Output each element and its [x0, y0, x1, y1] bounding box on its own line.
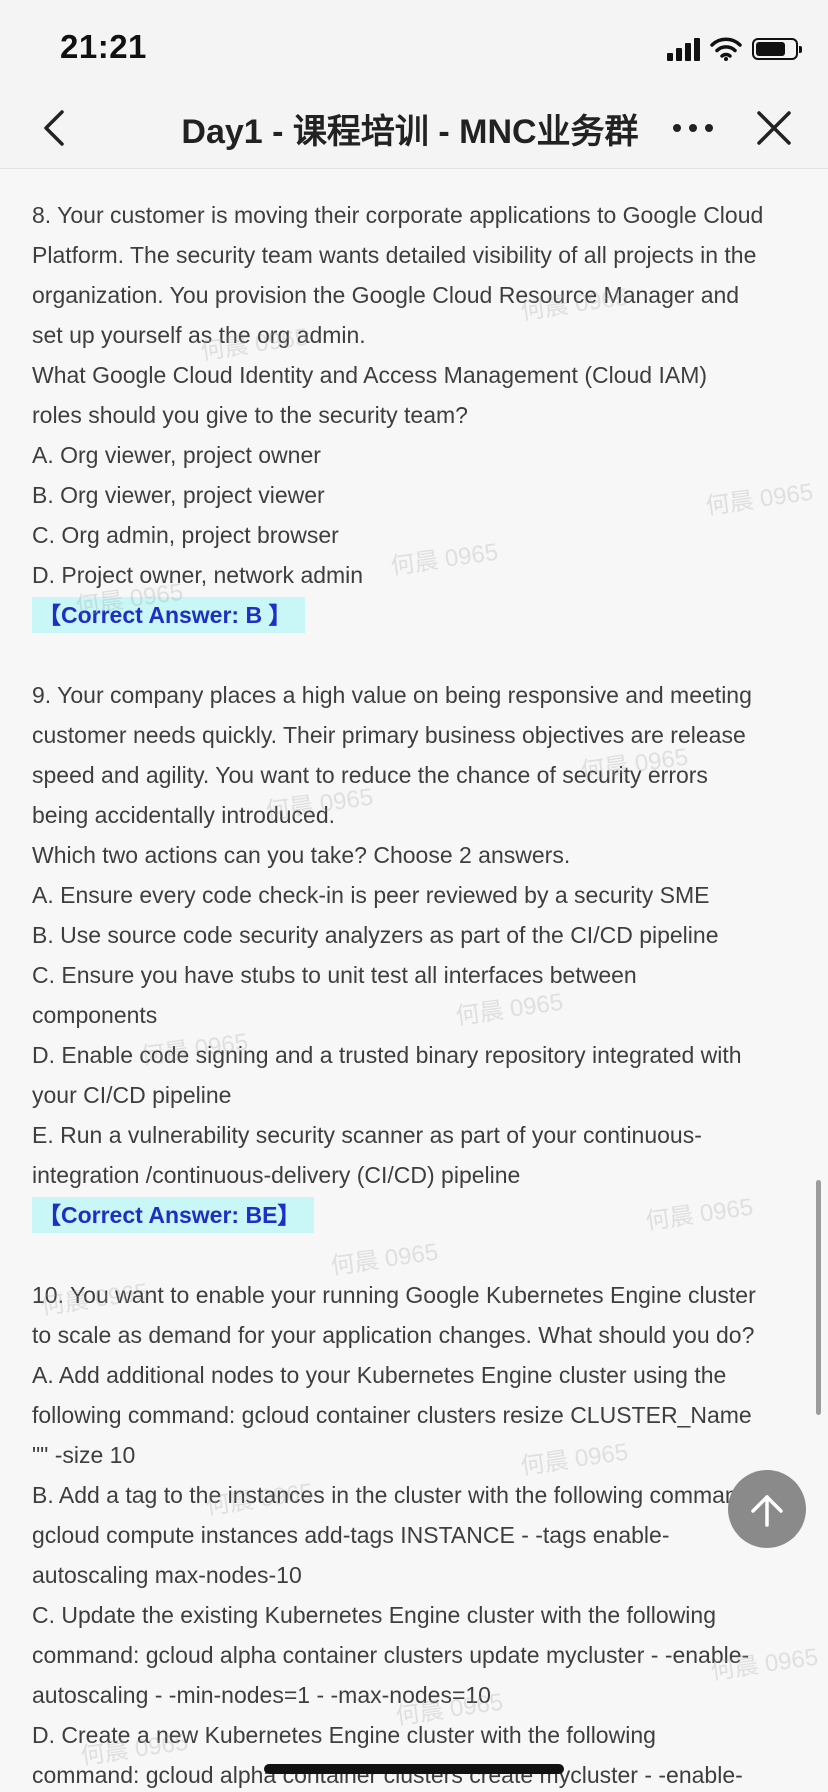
- correct-answer-badge: 【Correct Answer: B 】: [32, 597, 306, 633]
- question-line: 10. You want to enable your running Goog…: [32, 1282, 756, 1308]
- more-dots-icon[interactable]: [668, 106, 718, 150]
- battery-icon: [752, 38, 802, 60]
- question-line: Platform. The security team wants detail…: [32, 242, 757, 268]
- question-line: gcloud compute instances add-tags INSTAN…: [32, 1522, 670, 1548]
- question-line: 8. Your customer is moving their corpora…: [32, 202, 764, 228]
- question-line: command: gcloud alpha container clusters…: [32, 1642, 750, 1668]
- status-bar: 21:21: [0, 0, 828, 90]
- answer-row: 【Correct Answer: B 】: [32, 595, 802, 635]
- nav-bar: Day1 - 课程培训 - MNC业务群: [0, 90, 828, 169]
- question-line: E. Run a vulnerability security scanner …: [32, 1122, 702, 1148]
- question-block: 8. Your customer is moving their corpora…: [32, 195, 802, 675]
- question-line: set up yourself as the org admin.: [32, 322, 366, 348]
- question-line: organization. You provision the Google C…: [32, 282, 740, 308]
- question-line: roles should you give to the security te…: [32, 402, 468, 428]
- status-icons: [667, 34, 802, 64]
- question-line: D. Create a new Kubernetes Engine cluste…: [32, 1722, 656, 1748]
- question-list: 8. Your customer is moving their corpora…: [32, 195, 802, 1792]
- cellular-signal-icon: [667, 37, 700, 61]
- question-line: D. Enable code signing and a trusted bin…: [32, 1042, 742, 1068]
- question-line: C. Ensure you have stubs to unit test al…: [32, 962, 637, 988]
- question-line: B. Add a tag to the instances in the clu…: [32, 1482, 757, 1508]
- question-line: A. Add additional nodes to your Kubernet…: [32, 1362, 727, 1388]
- question-line: What Google Cloud Identity and Access Ma…: [32, 362, 708, 388]
- arrow-up-icon: [751, 1495, 783, 1527]
- question-line: components: [32, 1002, 158, 1028]
- status-time: 21:21: [60, 28, 147, 65]
- question-line: C. Org admin, project browser: [32, 522, 339, 548]
- question-line: Which two actions can you take? Choose 2…: [32, 842, 571, 868]
- question-line: "" -size 10: [32, 1442, 136, 1468]
- question-line: being accidentally introduced.: [32, 802, 336, 828]
- question-line: autoscaling - -min-nodes=1 - -max-nodes=…: [32, 1682, 491, 1708]
- chevron-left-icon[interactable]: [32, 102, 84, 154]
- answer-row: 【Correct Answer: BE】: [32, 1195, 802, 1235]
- question-line: to scale as demand for your application …: [32, 1322, 755, 1348]
- article-content[interactable]: 8. Your customer is moving their corpora…: [0, 169, 828, 1792]
- question-line: integration /continuous-delivery (CI/CD)…: [32, 1162, 521, 1188]
- question-line: your CI/CD pipeline: [32, 1082, 232, 1108]
- question-line: following command: gcloud container clus…: [32, 1402, 752, 1428]
- question-block: 10. You want to enable your running Goog…: [32, 1275, 802, 1792]
- question-line: autoscaling max-nodes-10: [32, 1562, 302, 1588]
- question-line: customer needs quickly. Their primary bu…: [32, 722, 746, 748]
- battery-fill: [756, 42, 785, 56]
- question-line: C. Update the existing Kubernetes Engine…: [32, 1602, 717, 1628]
- question-line: 9. Your company places a high value on b…: [32, 682, 752, 708]
- scroll-to-top-button[interactable]: [728, 1470, 806, 1548]
- scrollbar[interactable]: [816, 1180, 821, 1415]
- question-line: A. Ensure every code check-in is peer re…: [32, 882, 710, 908]
- question-line: speed and agility. You want to reduce th…: [32, 762, 708, 788]
- question-line: A. Org viewer, project owner: [32, 442, 321, 468]
- wifi-icon: [710, 37, 742, 61]
- close-icon[interactable]: [748, 102, 800, 154]
- page-title: Day1 - 课程培训 - MNC业务群: [181, 113, 639, 151]
- question-line: B. Use source code security analyzers as…: [32, 922, 719, 948]
- question-line: B. Org viewer, project viewer: [32, 482, 325, 508]
- question-block: 9. Your company places a high value on b…: [32, 675, 802, 1275]
- home-indicator[interactable]: [264, 1764, 564, 1774]
- question-line: D. Project owner, network admin: [32, 562, 364, 588]
- correct-answer-badge: 【Correct Answer: BE】: [32, 1197, 315, 1233]
